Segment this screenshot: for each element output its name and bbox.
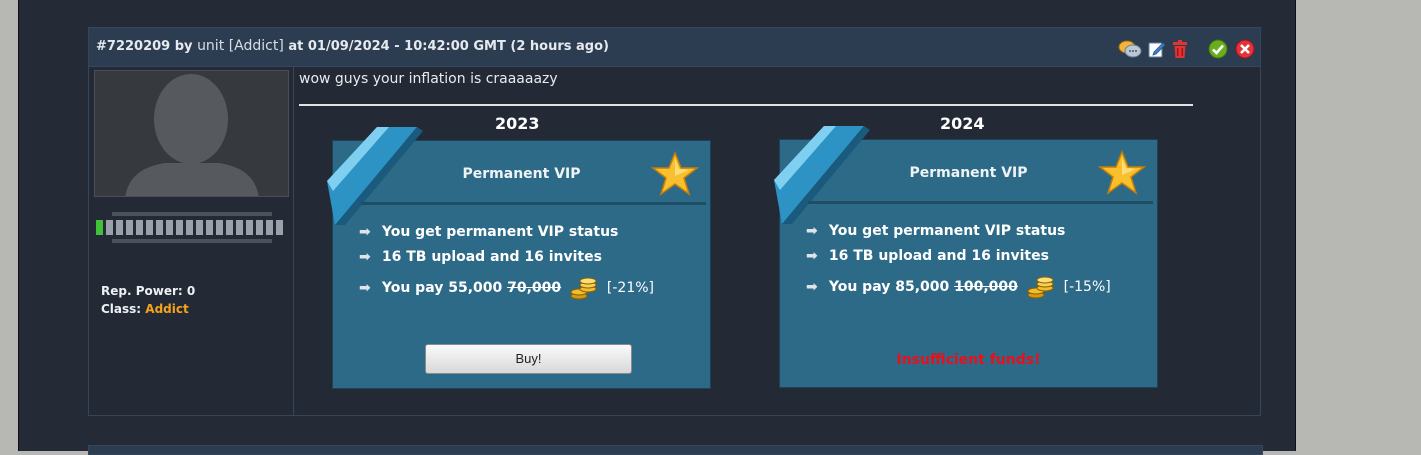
forum-panel: #7220209 by unit [Addict] at 01/09/2024 … xyxy=(18,0,1296,455)
reputation-segment-empty xyxy=(186,220,193,235)
reputation-segment-empty xyxy=(256,220,263,235)
reputation-bar-segments xyxy=(96,220,283,235)
arrow-right-icon: ➡ xyxy=(359,224,371,240)
rep-power: Rep. Power: 0 xyxy=(101,284,195,298)
user-class: Class: Addict xyxy=(101,302,189,316)
next-post-header xyxy=(88,445,1263,455)
reputation-segment-empty xyxy=(246,220,253,235)
forum-post: #7220209 by unit [Addict] at 01/09/2024 … xyxy=(88,27,1261,416)
approve-icon[interactable] xyxy=(1208,39,1228,59)
post-header: #7220209 by unit [Addict] at 01/09/2024 … xyxy=(89,28,1260,67)
post-text: wow guys your inflation is craaaaazy xyxy=(299,71,558,87)
reputation-segment-empty xyxy=(216,220,223,235)
ribbon-icon xyxy=(774,126,870,224)
quote-icon[interactable] xyxy=(1118,39,1142,59)
gold-coins-icon xyxy=(570,277,597,300)
reputation-segment-empty xyxy=(156,220,163,235)
reputation-bar xyxy=(96,212,283,243)
reputation-segment-empty xyxy=(236,220,243,235)
card-title-divider xyxy=(361,202,706,205)
arrow-right-icon: ➡ xyxy=(359,249,371,265)
star-icon xyxy=(1098,150,1146,195)
arrow-right-icon: ➡ xyxy=(806,223,818,239)
reputation-segment-empty xyxy=(196,220,203,235)
pay-label: You pay 85,000 xyxy=(828,279,950,295)
card-feature-1: ➡ You get permanent VIP status xyxy=(806,223,1065,239)
close-icon[interactable] xyxy=(1235,39,1255,59)
reputation-segment-empty xyxy=(276,220,283,235)
rep-power-value: 0 xyxy=(186,284,196,298)
reputation-segment-empty xyxy=(116,220,123,235)
post-by-label: by xyxy=(174,39,193,54)
feature-text: 16 TB upload and 16 invites xyxy=(381,249,602,265)
card-feature-1: ➡ You get permanent VIP status xyxy=(359,224,618,240)
vip-card-2024: Permanent VIP ➡ You get permanent VIP st… xyxy=(774,126,1158,388)
class-label: Class: xyxy=(101,302,142,316)
reputation-segment-filled xyxy=(96,220,103,235)
avatar[interactable] xyxy=(94,70,289,197)
card-feature-2: ➡ 16 TB upload and 16 invites xyxy=(806,248,1049,264)
insufficient-funds-message: Insufficient funds! xyxy=(896,352,1041,368)
card-title-divider xyxy=(808,201,1153,204)
user-sidebar: Rep. Power: 0 Class: Addict xyxy=(89,67,294,415)
post-id[interactable]: #7220209 xyxy=(96,39,170,54)
gold-coins-icon xyxy=(1027,276,1054,299)
pay-label: You pay 55,000 xyxy=(381,280,503,296)
buy-button[interactable]: Buy! xyxy=(425,344,632,374)
post-username[interactable]: unit xyxy=(197,38,224,54)
reputation-segment-empty xyxy=(206,220,213,235)
post-timestamp: at 01/09/2024 - 10:42:00 GMT (2 hours ag… xyxy=(288,39,609,54)
discount: [-15%] xyxy=(1063,279,1111,295)
discount: [-21%] xyxy=(606,280,654,296)
reputation-segment-empty xyxy=(136,220,143,235)
vip-card-2023: Permanent VIP ➡ You get permanent VIP st… xyxy=(327,127,711,389)
content-divider xyxy=(299,104,1193,106)
arrow-right-icon: ➡ xyxy=(806,279,818,295)
arrow-right-icon: ➡ xyxy=(806,248,818,264)
post-content: wow guys your inflation is craaaaazy 202… xyxy=(295,67,1261,415)
delete-icon[interactable] xyxy=(1170,39,1190,59)
old-price: 100,000 xyxy=(954,279,1018,295)
card-year-2024: 2024 xyxy=(940,114,985,133)
feature-text: You get permanent VIP status xyxy=(381,224,619,240)
feature-text: 16 TB upload and 16 invites xyxy=(828,248,1049,264)
card-price: ➡ You pay 55,000 70,000 [-21%] xyxy=(359,276,654,300)
reputation-segment-empty xyxy=(266,220,273,235)
default-avatar-silhouette xyxy=(95,71,288,196)
card-year-2023: 2023 xyxy=(495,114,540,133)
class-value: Addict xyxy=(145,302,189,316)
reputation-segment-empty xyxy=(106,220,113,235)
arrow-right-icon: ➡ xyxy=(359,280,371,296)
old-price: 70,000 xyxy=(507,280,562,296)
reputation-segment-empty xyxy=(226,220,233,235)
post-user-class: [Addict] xyxy=(228,38,284,54)
reputation-segment-empty xyxy=(176,220,183,235)
feature-text: You get permanent VIP status xyxy=(828,223,1066,239)
rep-power-label: Rep. Power: xyxy=(101,284,183,298)
star-icon xyxy=(651,151,699,196)
reputation-segment-empty xyxy=(166,220,173,235)
post-header-line: #7220209 by unit [Addict] at 01/09/2024 … xyxy=(96,38,609,54)
card-price: ➡ You pay 85,000 100,000 [-15%] xyxy=(806,275,1111,299)
edit-icon[interactable] xyxy=(1147,39,1167,59)
reputation-segment-empty xyxy=(126,220,133,235)
reputation-segment-empty xyxy=(146,220,153,235)
card-feature-2: ➡ 16 TB upload and 16 invites xyxy=(359,249,602,265)
ribbon-icon xyxy=(327,127,423,225)
